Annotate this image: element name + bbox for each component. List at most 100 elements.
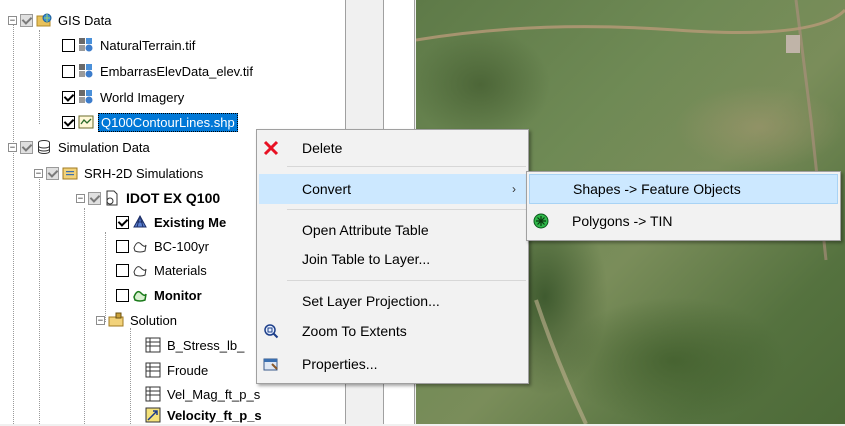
menu-separator [287, 166, 526, 167]
mesh-icon [133, 214, 147, 228]
tree-node-monitor[interactable]: Monitor [116, 284, 204, 306]
collapse-toggle[interactable]: − [96, 315, 105, 325]
menu-item-label: Delete [302, 140, 343, 156]
raster-icon [79, 90, 93, 104]
menu-item-set-projection[interactable]: Set Layer Projection... [259, 286, 526, 316]
tree-label: Simulation Data [58, 139, 150, 155]
collapse-toggle[interactable]: − [76, 193, 85, 203]
tree-label: Solution [130, 312, 177, 328]
menu-item-properties[interactable]: Properties... [259, 349, 526, 379]
tree-node-idot[interactable]: − IDOT EX Q100 [76, 187, 222, 209]
tree-label: Vel_Mag_ft_p_s [167, 386, 261, 402]
simulation-icon [106, 190, 118, 206]
tree-connector [84, 208, 85, 424]
tree-node-froude[interactable]: Froude [145, 359, 210, 381]
properties-icon [263, 358, 278, 371]
embarras-checkbox[interactable] [62, 64, 75, 78]
bc-checkbox[interactable] [116, 239, 129, 253]
tin-icon [533, 213, 549, 229]
menu-item-label: Open Attribute Table [302, 222, 429, 238]
coverage-icon [133, 242, 147, 253]
tree-label: Froude [167, 362, 209, 378]
tree-node-natural-terrain[interactable]: NaturalTerrain.tif [62, 34, 197, 56]
materials-checkbox[interactable] [116, 263, 129, 277]
tree-node-gis-data[interactable]: − GIS Data [8, 9, 113, 31]
tree-node-existing-mesh[interactable]: Existing Me [116, 211, 228, 233]
dataset-icon [145, 362, 161, 378]
tree-node-embarras[interactable]: EmbarrasElevData_elev.tif [62, 60, 255, 82]
menu-item-join-table[interactable]: Join Table to Layer... [259, 244, 526, 274]
coverage-icon [133, 266, 147, 277]
tree-label: Existing Me [154, 214, 227, 230]
existing-mesh-checkbox[interactable] [116, 215, 129, 229]
raster-icon [79, 64, 93, 78]
zoom-extents-icon [264, 324, 279, 339]
tree-label: Monitor [154, 287, 202, 303]
delete-icon [263, 140, 279, 156]
collapse-toggle[interactable]: − [8, 142, 17, 152]
idot-checkbox[interactable] [88, 191, 101, 205]
collapse-toggle[interactable]: − [34, 168, 43, 178]
tree-node-bstress[interactable]: B_Stress_lb_ [145, 334, 246, 356]
tree-connector [13, 22, 14, 148]
tree-node-contour-lines[interactable]: Q100ContourLines.shp [62, 111, 238, 133]
raster-icon [79, 38, 93, 52]
tree-connector [13, 148, 14, 424]
tree-label: Velocity_ft_p_s [167, 407, 262, 423]
tree-label: NaturalTerrain.tif [100, 37, 196, 53]
tree-label: IDOT EX Q100 [126, 190, 221, 206]
submenu-arrow-icon: › [512, 182, 516, 196]
monitor-checkbox[interactable] [116, 288, 129, 302]
menu-item-label: Zoom To Extents [302, 323, 407, 339]
tree-node-velmag[interactable]: Vel_Mag_ft_p_s [145, 383, 262, 405]
folder-lock-icon [108, 312, 124, 327]
menu-item-shapes-to-feature-objects[interactable]: Shapes -> Feature Objects [529, 174, 838, 204]
menu-item-polygons-to-tin[interactable]: Polygons -> TIN [529, 206, 838, 236]
simulation-data-checkbox[interactable] [20, 140, 33, 154]
menu-item-label: Polygons -> TIN [572, 213, 673, 229]
tree-connector [39, 30, 40, 124]
folder-list-icon [62, 167, 78, 180]
tree-label: BC-100yr [154, 238, 209, 254]
dataset-icon [145, 337, 161, 353]
tree-connector [130, 328, 131, 424]
vector-dataset-icon [145, 407, 161, 423]
menu-item-delete[interactable]: Delete [259, 133, 526, 163]
tree-label-selected: Q100ContourLines.shp [98, 112, 238, 132]
menu-item-open-attribute-table[interactable]: Open Attribute Table [259, 215, 526, 245]
collapse-toggle[interactable]: − [8, 15, 17, 25]
menu-separator [287, 280, 526, 281]
tree-label: B_Stress_lb_ [167, 337, 245, 353]
dataset-icon [145, 386, 161, 402]
natural-terrain-checkbox[interactable] [62, 38, 75, 52]
tree-node-solution[interactable]: − Solution [96, 309, 179, 331]
tree-node-velocity[interactable]: Velocity_ft_p_s [145, 404, 264, 426]
coverage-active-icon [133, 290, 147, 302]
tree-node-world-imagery[interactable]: World Imagery [62, 86, 186, 108]
menu-separator [287, 209, 526, 210]
menu-item-label: Set Layer Projection... [302, 293, 440, 309]
context-menu: Delete Convert › Open Attribute Table Jo… [256, 129, 529, 384]
tree-label: World Imagery [100, 89, 185, 105]
tree-label: Materials [154, 262, 207, 278]
tree-node-bc[interactable]: BC-100yr [116, 235, 211, 257]
menu-item-label: Join Table to Layer... [302, 251, 431, 267]
menu-item-label: Shapes -> Feature Objects [573, 181, 741, 197]
tree-node-materials[interactable]: Materials [116, 259, 209, 281]
tree-label: EmbarrasElevData_elev.tif [100, 63, 253, 79]
convert-submenu: Shapes -> Feature Objects Polygons -> TI… [526, 171, 841, 241]
gis-folder-icon [36, 13, 52, 27]
tree-node-srh-simulations[interactable]: − SRH-2D Simulations [34, 162, 205, 184]
srh-checkbox[interactable] [46, 166, 59, 180]
menu-item-convert[interactable]: Convert › [259, 174, 526, 204]
world-imagery-checkbox[interactable] [62, 90, 75, 104]
contour-checkbox[interactable] [62, 115, 75, 129]
shapefile-icon [78, 115, 94, 129]
menu-item-zoom-extents[interactable]: Zoom To Extents [259, 316, 526, 346]
tree-connector [39, 176, 40, 424]
gis-data-checkbox[interactable] [20, 13, 33, 27]
tree-label: SRH-2D Simulations [84, 165, 204, 181]
tree-node-simulation-data[interactable]: − Simulation Data [8, 136, 152, 158]
menu-item-label: Properties... [302, 356, 378, 372]
menu-item-label: Convert [302, 181, 352, 197]
